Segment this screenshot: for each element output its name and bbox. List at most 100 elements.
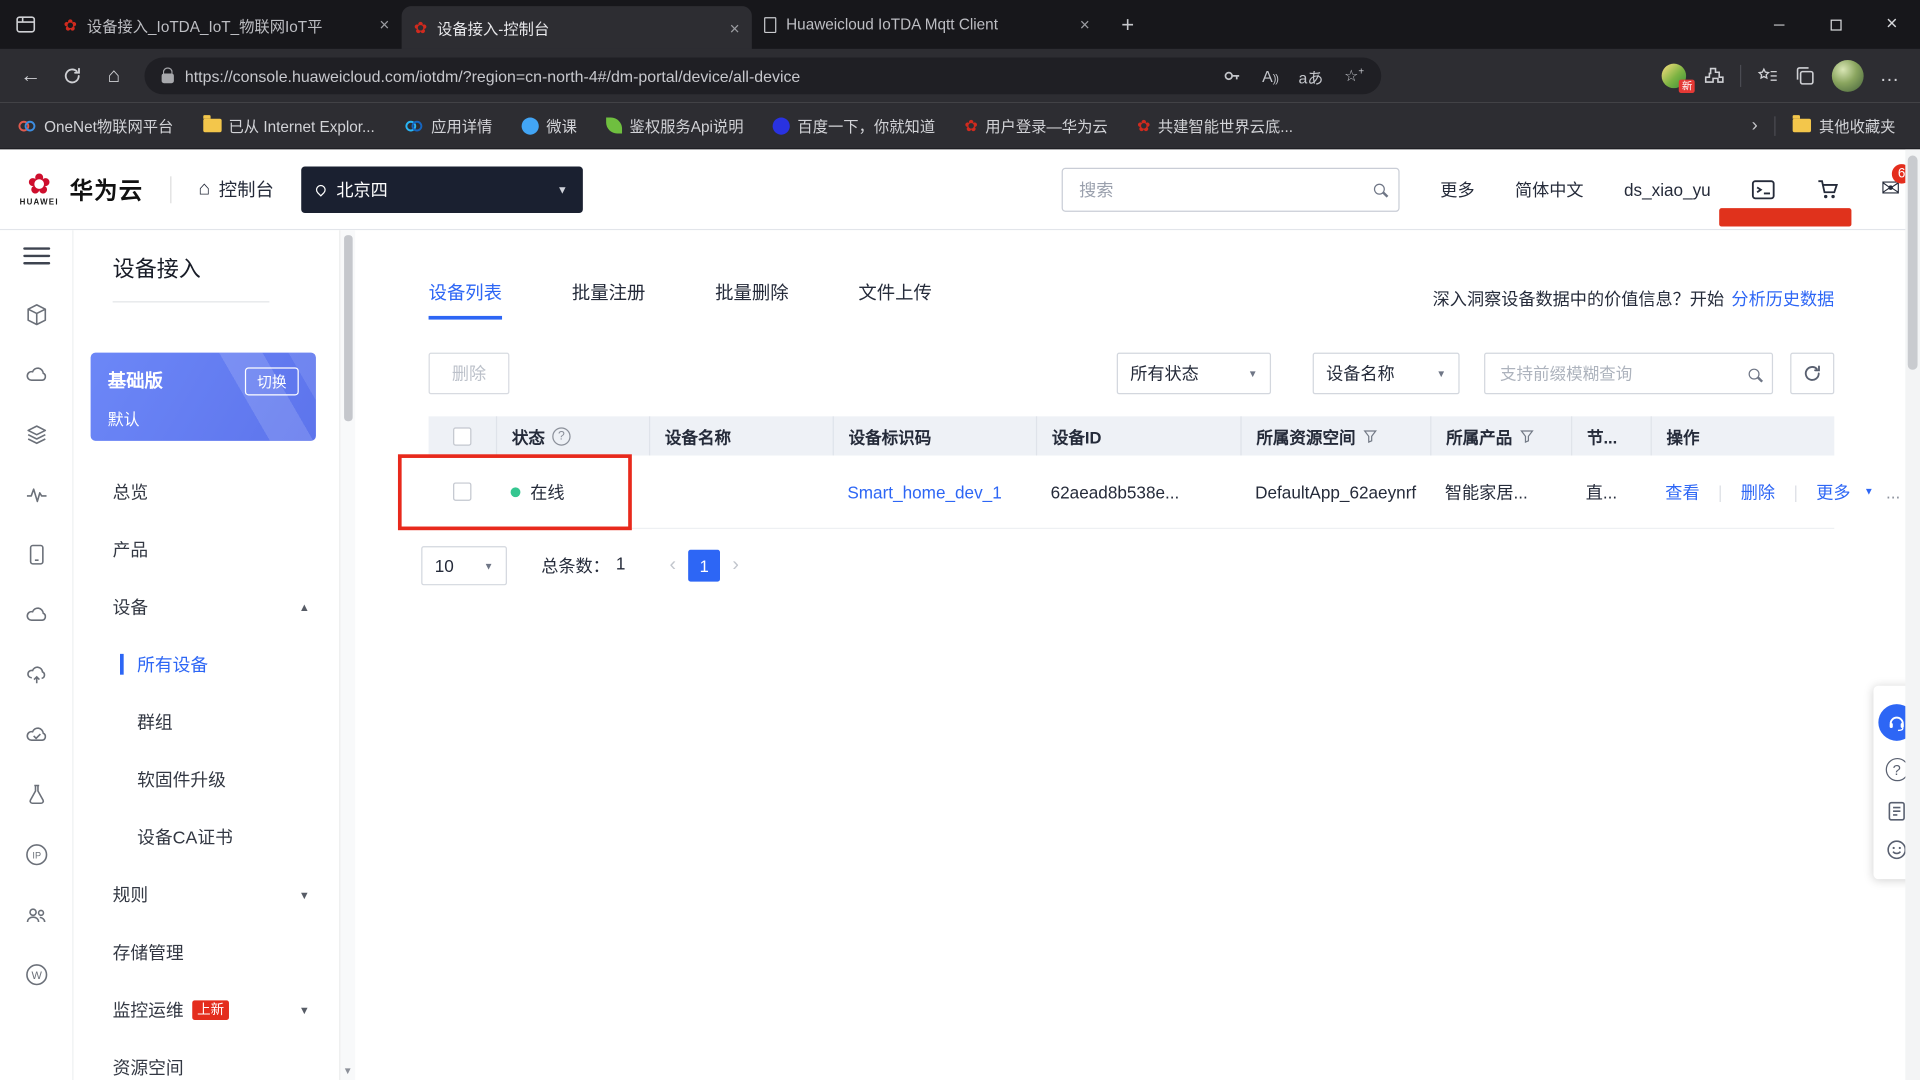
bookmark-ie-folder[interactable]: 已从 Internet Explor... (203, 114, 375, 137)
help-icon[interactable]: ? (552, 427, 570, 445)
node-id-link[interactable]: Smart_home_dev_1 (847, 482, 1001, 502)
filter-funnel-icon[interactable] (1363, 429, 1378, 444)
layers-icon[interactable] (23, 421, 50, 448)
search-icon[interactable] (1374, 184, 1385, 195)
tab-close-icon[interactable]: × (379, 15, 389, 35)
filter-funnel-icon[interactable] (1520, 429, 1535, 444)
tab-device-list[interactable]: 设备列表 (429, 279, 502, 319)
status-filter-dropdown[interactable]: 所有状态 ▼ (1117, 353, 1271, 395)
cloud-service-icon[interactable] (23, 361, 50, 388)
switch-edition-button[interactable]: 切换 (245, 367, 299, 395)
ip-address-icon[interactable]: IP (23, 841, 50, 868)
sidebar-item-all-devices[interactable]: 所有设备 (73, 636, 339, 694)
bookmark-huawei-world[interactable]: ✿ 共建智能世界云底... (1137, 114, 1293, 137)
sidebar-scrollbar[interactable]: ▼ (339, 230, 355, 1080)
language-selector[interactable]: 简体中文 (1515, 177, 1584, 201)
select-all-checkbox[interactable] (453, 427, 471, 445)
more-menu[interactable]: 更多 (1440, 177, 1474, 201)
sidebar-item-rules[interactable]: 规则▼ (73, 866, 339, 924)
favorites-hub-icon[interactable] (1757, 66, 1778, 86)
page-size-dropdown[interactable]: 10 ▼ (421, 546, 507, 585)
close-button[interactable]: × (1864, 0, 1920, 49)
url-text[interactable]: https://console.huaweicloud.com/iotdm/?r… (185, 67, 1211, 85)
cloud-icon[interactable] (23, 601, 50, 628)
password-key-icon[interactable] (1222, 66, 1242, 86)
register-device-button-partial[interactable] (1719, 208, 1851, 226)
search-icon[interactable] (1749, 368, 1760, 379)
console-search-input[interactable] (1077, 178, 1375, 200)
cart-button[interactable] (1816, 178, 1840, 201)
sidebar-item-groups[interactable]: 群组 (73, 693, 339, 751)
region-selector[interactable]: 北京四 ▼ (301, 166, 583, 213)
read-aloud-icon[interactable]: A)) (1262, 67, 1278, 85)
back-button[interactable]: ← (10, 55, 52, 97)
delete-button[interactable]: 删除 (429, 353, 510, 395)
extensions-puzzle-icon[interactable] (1702, 65, 1724, 87)
prev-page-button[interactable]: ‹ (670, 555, 677, 577)
scrollbar-thumb[interactable] (344, 235, 353, 421)
refresh-button[interactable] (51, 55, 93, 97)
profile-avatar[interactable] (1832, 60, 1864, 92)
add-favorite-icon[interactable]: ☆+ (1344, 66, 1364, 86)
cloud-upload-icon[interactable] (23, 661, 50, 688)
bookmark-baidu[interactable]: 百度一下，你就知道 (773, 114, 935, 137)
bookmark-onenet[interactable]: OneNet物联网平台 (17, 114, 173, 137)
sidebar-item-products[interactable]: 产品 (73, 520, 339, 578)
more-action[interactable]: 更多 (1816, 479, 1850, 503)
scrollbar-down-arrow[interactable]: ▼ (340, 1065, 355, 1076)
bookmark-auth-api[interactable]: 鉴权服务Api说明 (606, 114, 743, 137)
tab-batch-register[interactable]: 批量注册 (572, 279, 645, 319)
device-search[interactable] (1484, 353, 1773, 395)
tab-workspaces-button[interactable] (0, 0, 51, 49)
new-tab-button[interactable]: + (1109, 7, 1146, 41)
sidebar-item-storage[interactable]: 存储管理 (73, 923, 339, 981)
sidebar-item-resource-space[interactable]: 资源空间 (73, 1038, 339, 1080)
tab-close-icon[interactable]: × (730, 18, 740, 38)
user-group-icon[interactable] (23, 901, 50, 928)
device-search-input[interactable] (1498, 363, 1749, 384)
sidebar-item-monitoring[interactable]: 监控运维上新▼ (73, 981, 339, 1039)
next-page-button[interactable]: › (732, 555, 739, 577)
browser-tab-2-active[interactable]: ✿ 设备接入-控制台 × (402, 6, 752, 49)
sidebar-item-overview[interactable]: 总览 (73, 463, 339, 521)
maximize-button[interactable] (1807, 0, 1863, 49)
settings-more-icon[interactable]: … (1880, 65, 1901, 87)
cloud-check-icon[interactable] (23, 721, 50, 748)
other-favorites-folder[interactable]: 其他收藏夹 (1793, 114, 1895, 137)
device-tablet-icon[interactable] (23, 541, 50, 568)
hamburger-menu-icon[interactable] (23, 247, 50, 264)
bookmark-app-detail[interactable]: 应用详情 (404, 114, 492, 137)
minimize-button[interactable]: ─ (1751, 0, 1807, 49)
tab-file-upload[interactable]: 文件上传 (858, 279, 931, 319)
delete-action[interactable]: 删除 (1741, 479, 1775, 503)
browser-tab-3[interactable]: Huaweicloud IoTDA Mqtt Client × (752, 0, 1102, 49)
extension-icon[interactable]: 新 (1662, 64, 1686, 88)
flask-icon[interactable] (23, 781, 50, 808)
product-box-icon[interactable] (23, 301, 50, 328)
tab-close-icon[interactable]: × (1080, 15, 1090, 35)
browser-tab-1[interactable]: ✿ 设备接入_IoTDA_IoT_物联网IoT平 × (51, 0, 401, 49)
huawei-cloud-logo[interactable]: ✿ HUAWEI 华为云 (20, 171, 144, 208)
refresh-table-button[interactable] (1790, 353, 1834, 395)
scrollbar-thumb[interactable] (1908, 156, 1918, 370)
console-home-link[interactable]: ⌂ 控制台 (198, 176, 274, 202)
view-action[interactable]: 查看 (1665, 479, 1699, 503)
field-filter-dropdown[interactable]: 设备名称 ▼ (1313, 353, 1460, 395)
account-menu[interactable]: ds_xiao_yu (1624, 179, 1711, 199)
bookmarks-overflow-icon[interactable]: › (1752, 115, 1758, 136)
address-bar[interactable]: https://console.huaweicloud.com/iotdm/?r… (144, 58, 1381, 95)
page-scrollbar[interactable] (1905, 149, 1920, 1080)
collections-icon[interactable] (1794, 65, 1816, 87)
messages-button[interactable]: ✉ 6 (1881, 175, 1900, 203)
earth-w-icon[interactable]: W (23, 961, 50, 988)
bookmark-huawei-login[interactable]: ✿ 用户登录—华为云 (965, 114, 1108, 137)
sidebar-item-devices[interactable]: 设备▲ (73, 578, 339, 636)
bookmark-weike[interactable]: 微课 (522, 114, 577, 137)
console-search[interactable] (1062, 167, 1400, 211)
pulse-monitor-icon[interactable] (23, 481, 50, 508)
cli-button[interactable] (1751, 177, 1775, 201)
analyze-history-link[interactable]: 分析历史数据 (1731, 287, 1834, 311)
sidebar-item-firmware-upgrade[interactable]: 软固件升级 (73, 751, 339, 809)
home-button[interactable]: ⌂ (93, 55, 135, 97)
sidebar-item-device-ca[interactable]: 设备CA证书 (73, 808, 339, 866)
